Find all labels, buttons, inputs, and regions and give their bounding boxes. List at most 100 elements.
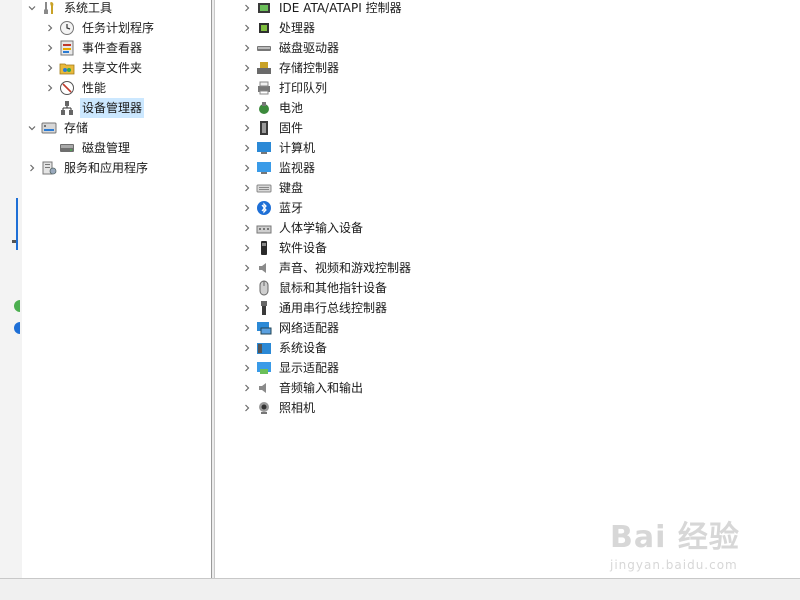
device-category-item[interactable]: 磁盘驱动器 [241,38,341,58]
tree-item-label: 存储 [64,121,89,135]
chevron-right-icon[interactable] [241,218,253,238]
mouse-icon [256,280,272,296]
device-category-item[interactable]: 照相机 [241,398,317,418]
device-category-item[interactable]: 存储控制器 [241,58,341,78]
chevron-right-icon[interactable] [241,278,253,298]
device-category-item[interactable]: IDE ATA/ATAPI 控制器 [241,0,404,18]
device-category-item[interactable]: 音频输入和输出 [241,378,365,398]
chevron-right-icon[interactable] [241,258,253,278]
device-category-label: 存储控制器 [279,61,340,75]
services-apps-icon [41,160,57,176]
device-category-label: 鼠标和其他指针设备 [279,281,388,295]
chevron-down-icon[interactable] [26,118,38,138]
device-category-label: 声音、视频和游戏控制器 [279,261,412,275]
chevron-right-icon[interactable] [241,78,253,98]
device-category-item[interactable]: 显示适配器 [241,358,341,378]
device-category-item[interactable]: 电池 [241,98,305,118]
device-category-item[interactable]: 声音、视频和游戏控制器 [241,258,413,278]
firmware-icon [256,120,272,136]
device-category-item[interactable]: 监视器 [241,158,317,178]
chevron-right-icon[interactable] [241,138,253,158]
chevron-right-icon[interactable] [241,338,253,358]
device-category-label: 通用串行总线控制器 [279,301,388,315]
camera-icon [256,400,272,416]
device-category-label: 显示适配器 [279,361,340,375]
chevron-right-icon[interactable] [44,78,56,98]
tree-item-label: 性能 [82,81,107,95]
navigation-tree-pane: 系统工具 任务计划程序 事件查看器 共享文件夹 性能 设备管理器 存储 磁盘管理 [22,0,211,578]
background-window-mark [12,240,16,243]
tree-item-performance[interactable]: 性能 [44,78,108,98]
chevron-right-icon[interactable] [241,118,253,138]
chevron-right-icon[interactable] [241,238,253,258]
task-scheduler-icon [59,20,75,36]
device-category-item[interactable]: 蓝牙 [241,198,305,218]
shared-folders-icon [59,60,75,76]
tree-item-label: 磁盘管理 [82,141,131,155]
tree-item-label: 服务和应用程序 [64,161,149,175]
tree-item-event-viewer[interactable]: 事件查看器 [44,38,144,58]
chevron-right-icon[interactable] [241,158,253,178]
processor-icon [256,20,272,36]
chevron-right-icon[interactable] [241,318,253,338]
device-category-item[interactable]: 鼠标和其他指针设备 [241,278,389,298]
chevron-right-icon[interactable] [241,0,253,18]
battery-icon [256,100,272,116]
chevron-right-icon[interactable] [241,38,253,58]
chevron-right-icon[interactable] [241,58,253,78]
chevron-right-icon[interactable] [241,98,253,118]
chevron-right-icon[interactable] [44,38,56,58]
ide-controller-icon [256,0,272,16]
software-device-icon [256,240,272,256]
device-category-item[interactable]: 键盘 [241,178,305,198]
chevron-right-icon[interactable] [241,398,253,418]
tree-item-storage[interactable]: 存储 [26,118,90,138]
chevron-down-icon[interactable] [26,0,38,18]
tree-expander-spacer [44,98,56,118]
network-adapter-icon [256,320,272,336]
system-tools-icon [41,0,57,16]
device-category-item[interactable]: 人体学输入设备 [241,218,365,238]
device-category-label: 网络适配器 [279,321,340,335]
chevron-right-icon[interactable] [241,178,253,198]
tree-item-services-apps[interactable]: 服务和应用程序 [26,158,150,178]
sound-video-icon [256,260,272,276]
device-category-item[interactable]: 处理器 [241,18,317,38]
tree-item-task-scheduler[interactable]: 任务计划程序 [44,18,156,38]
chevron-right-icon[interactable] [241,378,253,398]
device-category-item[interactable]: 软件设备 [241,238,329,258]
tree-item-label: 共享文件夹 [82,61,143,75]
device-category-label: 音频输入和输出 [279,381,364,395]
tree-item-disk-management[interactable]: 磁盘管理 [44,138,132,158]
chevron-right-icon[interactable] [241,298,253,318]
chevron-right-icon[interactable] [26,158,38,178]
performance-icon [59,80,75,96]
tree-item-device-manager[interactable]: 设备管理器 [44,98,145,118]
device-category-label: 监视器 [279,161,316,175]
device-category-item[interactable]: 计算机 [241,138,317,158]
device-category-label: 人体学输入设备 [279,221,364,235]
tree-item-system-tools[interactable]: 系统工具 [26,0,114,18]
device-category-label: 固件 [279,121,304,135]
device-category-item[interactable]: 网络适配器 [241,318,341,338]
device-category-item[interactable]: 固件 [241,118,305,138]
device-category-item[interactable]: 通用串行总线控制器 [241,298,389,318]
device-category-label: 磁盘驱动器 [279,41,340,55]
chevron-right-icon[interactable] [44,18,56,38]
storage-icon [41,120,57,136]
tree-item-shared-folders[interactable]: 共享文件夹 [44,58,144,78]
device-category-item[interactable]: 系统设备 [241,338,329,358]
device-category-label: 处理器 [279,21,316,35]
device-category-label: 软件设备 [279,241,328,255]
status-bar [0,578,800,600]
chevron-right-icon[interactable] [44,58,56,78]
device-category-item[interactable]: 打印队列 [241,78,329,98]
storage-controller-icon [256,60,272,76]
device-category-label: 照相机 [279,401,316,415]
bluetooth-icon [256,200,272,216]
chevron-right-icon[interactable] [241,358,253,378]
chevron-right-icon[interactable] [241,198,253,218]
background-window-green-mark [14,300,20,312]
keyboard-icon [256,180,272,196]
chevron-right-icon[interactable] [241,18,253,38]
